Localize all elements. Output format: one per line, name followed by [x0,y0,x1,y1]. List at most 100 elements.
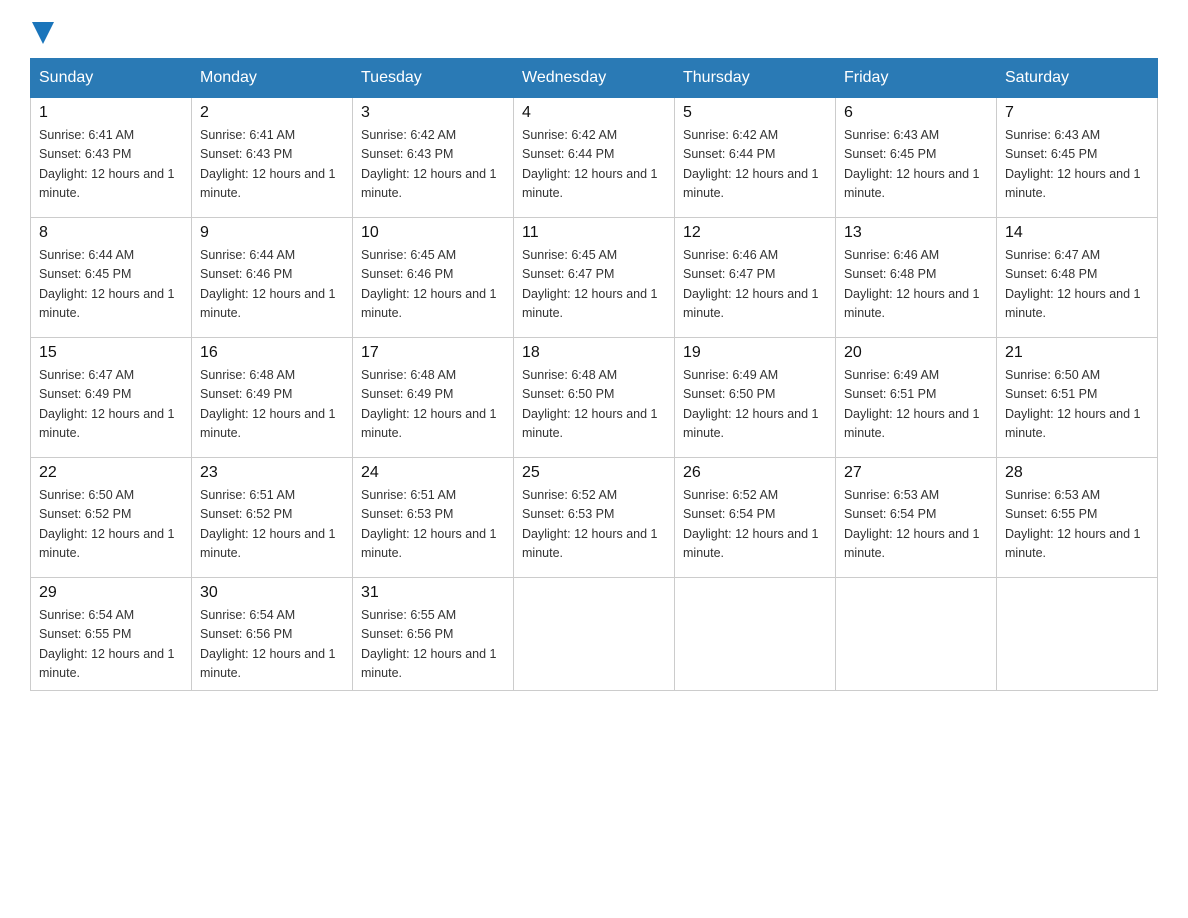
day-number: 28 [1005,464,1149,482]
table-row: 5 Sunrise: 6:42 AM Sunset: 6:44 PM Dayli… [675,98,836,218]
day-info: Sunrise: 6:55 AM Sunset: 6:56 PM Dayligh… [361,606,505,684]
table-row: 27 Sunrise: 6:53 AM Sunset: 6:54 PM Dayl… [836,458,997,578]
day-info: Sunrise: 6:46 AM Sunset: 6:47 PM Dayligh… [683,246,827,324]
table-row: 9 Sunrise: 6:44 AM Sunset: 6:46 PM Dayli… [192,218,353,338]
table-row: 6 Sunrise: 6:43 AM Sunset: 6:45 PM Dayli… [836,98,997,218]
day-number: 13 [844,224,988,242]
table-row: 1 Sunrise: 6:41 AM Sunset: 6:43 PM Dayli… [31,98,192,218]
day-info: Sunrise: 6:53 AM Sunset: 6:54 PM Dayligh… [844,486,988,564]
day-number: 7 [1005,104,1149,122]
day-info: Sunrise: 6:52 AM Sunset: 6:54 PM Dayligh… [683,486,827,564]
col-header-monday: Monday [192,59,353,98]
day-info: Sunrise: 6:51 AM Sunset: 6:52 PM Dayligh… [200,486,344,564]
day-info: Sunrise: 6:52 AM Sunset: 6:53 PM Dayligh… [522,486,666,564]
day-info: Sunrise: 6:42 AM Sunset: 6:44 PM Dayligh… [522,126,666,204]
day-info: Sunrise: 6:46 AM Sunset: 6:48 PM Dayligh… [844,246,988,324]
day-info: Sunrise: 6:41 AM Sunset: 6:43 PM Dayligh… [39,126,183,204]
calendar-table: SundayMondayTuesdayWednesdayThursdayFrid… [30,58,1158,691]
day-number: 2 [200,104,344,122]
table-row: 17 Sunrise: 6:48 AM Sunset: 6:49 PM Dayl… [353,338,514,458]
day-number: 30 [200,584,344,602]
day-info: Sunrise: 6:47 AM Sunset: 6:48 PM Dayligh… [1005,246,1149,324]
day-number: 21 [1005,344,1149,362]
col-header-thursday: Thursday [675,59,836,98]
day-number: 12 [683,224,827,242]
table-row: 10 Sunrise: 6:45 AM Sunset: 6:46 PM Dayl… [353,218,514,338]
day-info: Sunrise: 6:54 AM Sunset: 6:56 PM Dayligh… [200,606,344,684]
day-number: 14 [1005,224,1149,242]
day-number: 5 [683,104,827,122]
table-row: 16 Sunrise: 6:48 AM Sunset: 6:49 PM Dayl… [192,338,353,458]
table-row: 23 Sunrise: 6:51 AM Sunset: 6:52 PM Dayl… [192,458,353,578]
day-info: Sunrise: 6:41 AM Sunset: 6:43 PM Dayligh… [200,126,344,204]
day-number: 24 [361,464,505,482]
col-header-friday: Friday [836,59,997,98]
day-info: Sunrise: 6:44 AM Sunset: 6:46 PM Dayligh… [200,246,344,324]
col-header-wednesday: Wednesday [514,59,675,98]
day-number: 26 [683,464,827,482]
table-row [514,578,675,691]
day-info: Sunrise: 6:45 AM Sunset: 6:47 PM Dayligh… [522,246,666,324]
day-number: 17 [361,344,505,362]
day-number: 15 [39,344,183,362]
table-row: 26 Sunrise: 6:52 AM Sunset: 6:54 PM Dayl… [675,458,836,578]
day-number: 10 [361,224,505,242]
calendar-week-row: 15 Sunrise: 6:47 AM Sunset: 6:49 PM Dayl… [31,338,1158,458]
table-row: 30 Sunrise: 6:54 AM Sunset: 6:56 PM Dayl… [192,578,353,691]
day-info: Sunrise: 6:54 AM Sunset: 6:55 PM Dayligh… [39,606,183,684]
table-row: 13 Sunrise: 6:46 AM Sunset: 6:48 PM Dayl… [836,218,997,338]
table-row: 21 Sunrise: 6:50 AM Sunset: 6:51 PM Dayl… [997,338,1158,458]
day-number: 16 [200,344,344,362]
day-info: Sunrise: 6:48 AM Sunset: 6:49 PM Dayligh… [361,366,505,444]
day-info: Sunrise: 6:47 AM Sunset: 6:49 PM Dayligh… [39,366,183,444]
day-number: 29 [39,584,183,602]
table-row: 15 Sunrise: 6:47 AM Sunset: 6:49 PM Dayl… [31,338,192,458]
day-number: 22 [39,464,183,482]
calendar-week-row: 8 Sunrise: 6:44 AM Sunset: 6:45 PM Dayli… [31,218,1158,338]
day-info: Sunrise: 6:42 AM Sunset: 6:44 PM Dayligh… [683,126,827,204]
day-info: Sunrise: 6:53 AM Sunset: 6:55 PM Dayligh… [1005,486,1149,564]
page-header [30,20,1158,38]
day-info: Sunrise: 6:49 AM Sunset: 6:50 PM Dayligh… [683,366,827,444]
day-info: Sunrise: 6:45 AM Sunset: 6:46 PM Dayligh… [361,246,505,324]
day-number: 6 [844,104,988,122]
day-info: Sunrise: 6:51 AM Sunset: 6:53 PM Dayligh… [361,486,505,564]
calendar-week-row: 29 Sunrise: 6:54 AM Sunset: 6:55 PM Dayl… [31,578,1158,691]
day-number: 31 [361,584,505,602]
col-header-tuesday: Tuesday [353,59,514,98]
day-number: 4 [522,104,666,122]
table-row: 25 Sunrise: 6:52 AM Sunset: 6:53 PM Dayl… [514,458,675,578]
logo [30,20,54,38]
day-number: 1 [39,104,183,122]
table-row: 24 Sunrise: 6:51 AM Sunset: 6:53 PM Dayl… [353,458,514,578]
table-row: 29 Sunrise: 6:54 AM Sunset: 6:55 PM Dayl… [31,578,192,691]
col-header-sunday: Sunday [31,59,192,98]
table-row: 20 Sunrise: 6:49 AM Sunset: 6:51 PM Dayl… [836,338,997,458]
day-info: Sunrise: 6:48 AM Sunset: 6:49 PM Dayligh… [200,366,344,444]
day-number: 19 [683,344,827,362]
day-number: 20 [844,344,988,362]
calendar-header-row: SundayMondayTuesdayWednesdayThursdayFrid… [31,59,1158,98]
day-info: Sunrise: 6:43 AM Sunset: 6:45 PM Dayligh… [1005,126,1149,204]
day-number: 11 [522,224,666,242]
table-row: 11 Sunrise: 6:45 AM Sunset: 6:47 PM Dayl… [514,218,675,338]
day-number: 3 [361,104,505,122]
calendar-week-row: 1 Sunrise: 6:41 AM Sunset: 6:43 PM Dayli… [31,98,1158,218]
calendar-week-row: 22 Sunrise: 6:50 AM Sunset: 6:52 PM Dayl… [31,458,1158,578]
day-info: Sunrise: 6:42 AM Sunset: 6:43 PM Dayligh… [361,126,505,204]
day-number: 27 [844,464,988,482]
day-info: Sunrise: 6:49 AM Sunset: 6:51 PM Dayligh… [844,366,988,444]
col-header-saturday: Saturday [997,59,1158,98]
day-number: 23 [200,464,344,482]
table-row: 28 Sunrise: 6:53 AM Sunset: 6:55 PM Dayl… [997,458,1158,578]
day-number: 25 [522,464,666,482]
day-info: Sunrise: 6:48 AM Sunset: 6:50 PM Dayligh… [522,366,666,444]
table-row: 22 Sunrise: 6:50 AM Sunset: 6:52 PM Dayl… [31,458,192,578]
day-info: Sunrise: 6:50 AM Sunset: 6:52 PM Dayligh… [39,486,183,564]
day-info: Sunrise: 6:44 AM Sunset: 6:45 PM Dayligh… [39,246,183,324]
logo-triangle-icon [32,22,54,44]
day-number: 9 [200,224,344,242]
day-number: 8 [39,224,183,242]
table-row: 14 Sunrise: 6:47 AM Sunset: 6:48 PM Dayl… [997,218,1158,338]
table-row: 4 Sunrise: 6:42 AM Sunset: 6:44 PM Dayli… [514,98,675,218]
